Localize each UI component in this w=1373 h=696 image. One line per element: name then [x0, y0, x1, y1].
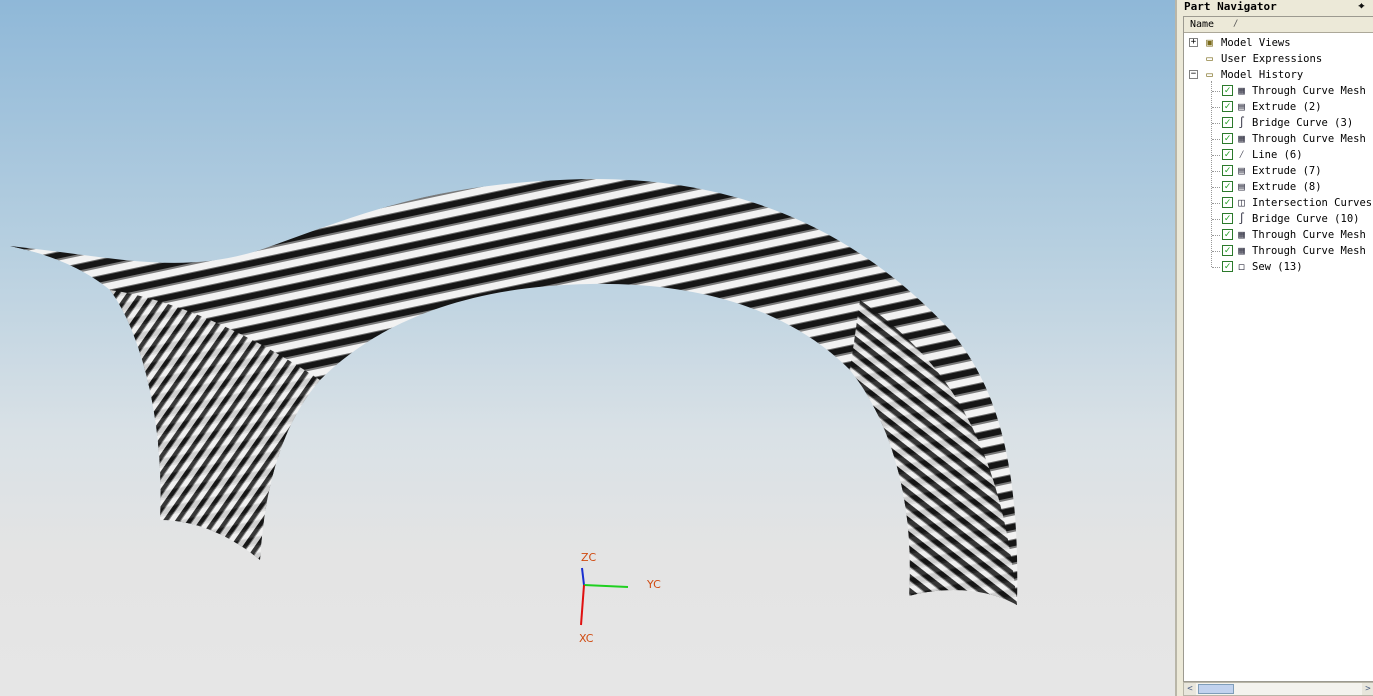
- column-header-label: Name: [1190, 19, 1215, 30]
- zebra-surface-render: [10, 178, 1018, 626]
- collapse-icon[interactable]: −: [1189, 70, 1198, 79]
- navigator-tree-view[interactable]: Name / + ▣ Model Views ▭ User Expressions − ▭ M…: [1183, 16, 1373, 682]
- bridge-curve-icon: ∫: [1238, 212, 1245, 225]
- tree-node-label: Model History: [1221, 69, 1304, 81]
- feature-label: Through Curve Mesh: [1252, 229, 1366, 241]
- tree-connector-line: [1212, 187, 1220, 188]
- feature-label: Through Curve Mesh: [1252, 133, 1366, 145]
- history-feature-row[interactable]: ✓ ▦ Through Curve Mesh: [1184, 243, 1373, 259]
- tree-node-model-views[interactable]: + ▣ Model Views: [1184, 35, 1373, 51]
- feature-label: Extrude (8): [1252, 181, 1322, 193]
- feature-visibility-checkbox[interactable]: ✓: [1222, 245, 1233, 256]
- feature-visibility-checkbox[interactable]: ✓: [1222, 197, 1233, 208]
- history-feature-row[interactable]: ✓ ∫ Bridge Curve (10): [1184, 211, 1373, 227]
- mesh-icon: ▦: [1238, 84, 1245, 97]
- bridge-curve-icon: ∫: [1238, 116, 1245, 129]
- extrude-icon: ▤: [1238, 180, 1245, 193]
- scroll-right-icon[interactable]: >: [1362, 683, 1373, 695]
- tree-connector-line: [1212, 219, 1220, 220]
- sew-icon: ◻: [1238, 260, 1245, 273]
- pin-icon[interactable]: ⌖: [1356, 1, 1367, 12]
- scroll-left-icon[interactable]: <: [1184, 683, 1196, 695]
- tree-node-label: Model Views: [1221, 37, 1291, 49]
- tree-connector-line: [1212, 155, 1220, 156]
- history-feature-row[interactable]: ✓ ▤ Extrude (7): [1184, 163, 1373, 179]
- feature-label: Bridge Curve (3): [1252, 117, 1354, 129]
- scrollbar-thumb[interactable]: [1198, 684, 1234, 694]
- feature-label: Sew (13): [1252, 261, 1303, 273]
- history-feature-row[interactable]: ✓ ▤ Extrude (2): [1184, 99, 1373, 115]
- feature-label: Through Curve Mesh: [1252, 245, 1366, 257]
- tree-connector-line: [1212, 251, 1220, 252]
- feature-visibility-checkbox[interactable]: ✓: [1222, 229, 1233, 240]
- tree-connector-line: [1212, 171, 1220, 172]
- feature-visibility-checkbox[interactable]: ✓: [1222, 181, 1233, 192]
- horizontal-scrollbar[interactable]: < >: [1183, 682, 1373, 696]
- panel-title: Part Navigator: [1184, 0, 1277, 13]
- extrude-icon: ▤: [1238, 100, 1245, 113]
- mesh-icon: ▦: [1238, 132, 1245, 145]
- part-navigator-panel: Part Navigator ⌖ Name / + ▣ Model Views ▭ Us…: [1175, 0, 1373, 696]
- feature-label: Bridge Curve (10): [1252, 213, 1360, 225]
- line-icon: ⁄: [1238, 148, 1245, 161]
- zc-axis-label: ZC: [581, 551, 597, 564]
- history-feature-row[interactable]: ✓ ▦ Through Curve Mesh: [1184, 83, 1373, 99]
- model-views-icon: ▣: [1206, 36, 1213, 49]
- intersection-curve-icon: ◫: [1238, 196, 1245, 209]
- extrude-icon: ▤: [1238, 164, 1245, 177]
- tree-node-label: User Expressions: [1221, 53, 1323, 65]
- mesh-icon: ▦: [1238, 244, 1245, 257]
- history-feature-row[interactable]: ✓ ▦ Through Curve Mesh: [1184, 131, 1373, 147]
- feature-label: Line (6): [1252, 149, 1303, 161]
- mesh-icon: ▦: [1238, 228, 1245, 241]
- tree-connector-line: [1212, 139, 1220, 140]
- tree-connector-line: [1212, 123, 1220, 124]
- history-feature-row[interactable]: ✓ ◻ Sew (13): [1184, 259, 1373, 275]
- history-feature-row[interactable]: ✓ ◫ Intersection Curves: [1184, 195, 1373, 211]
- feature-visibility-checkbox[interactable]: ✓: [1222, 117, 1233, 128]
- tree-connector-line: [1212, 235, 1220, 236]
- tree-connector-line: [1212, 107, 1220, 108]
- feature-visibility-checkbox[interactable]: ✓: [1222, 133, 1233, 144]
- tree-connector-line: [1212, 203, 1220, 204]
- yc-axis-label: YC: [647, 578, 661, 591]
- xc-axis-label: XC: [579, 632, 594, 645]
- tree-node-user-expressions[interactable]: ▭ User Expressions: [1184, 51, 1373, 67]
- folder-open-icon: ▭: [1206, 68, 1213, 81]
- folder-icon: ▭: [1206, 52, 1213, 65]
- expand-icon[interactable]: +: [1189, 38, 1198, 47]
- feature-label: Extrude (7): [1252, 165, 1322, 177]
- feature-visibility-checkbox[interactable]: ✓: [1222, 149, 1233, 160]
- feature-label: Extrude (2): [1252, 101, 1322, 113]
- feature-label: Intersection Curves: [1252, 197, 1373, 209]
- feature-visibility-checkbox[interactable]: ✓: [1222, 101, 1233, 112]
- history-feature-row[interactable]: ✓ ∫ Bridge Curve (3): [1184, 115, 1373, 131]
- zc-axis: [581, 567, 585, 586]
- yc-axis: [583, 584, 629, 588]
- sort-indicator-icon: /: [1233, 19, 1239, 29]
- part-navigator-title-bar: Part Navigator ⌖: [1177, 0, 1373, 14]
- history-feature-row[interactable]: ✓ ▦ Through Curve Mesh: [1184, 227, 1373, 243]
- tree-connector-line: [1212, 91, 1220, 92]
- tree-node-model-history[interactable]: − ▭ Model History: [1184, 67, 1373, 83]
- tree-connector-line: [1212, 267, 1220, 268]
- graphics-viewport[interactable]: ZC YC XC: [0, 0, 1175, 696]
- column-header-name[interactable]: Name /: [1184, 17, 1373, 33]
- feature-visibility-checkbox[interactable]: ✓: [1222, 213, 1233, 224]
- feature-visibility-checkbox[interactable]: ✓: [1222, 85, 1233, 96]
- feature-visibility-checkbox[interactable]: ✓: [1222, 261, 1233, 272]
- feature-label: Through Curve Mesh: [1252, 85, 1366, 97]
- history-feature-row[interactable]: ✓ ⁄ Line (6): [1184, 147, 1373, 163]
- history-feature-row[interactable]: ✓ ▤ Extrude (8): [1184, 179, 1373, 195]
- xc-axis: [580, 584, 585, 626]
- feature-visibility-checkbox[interactable]: ✓: [1222, 165, 1233, 176]
